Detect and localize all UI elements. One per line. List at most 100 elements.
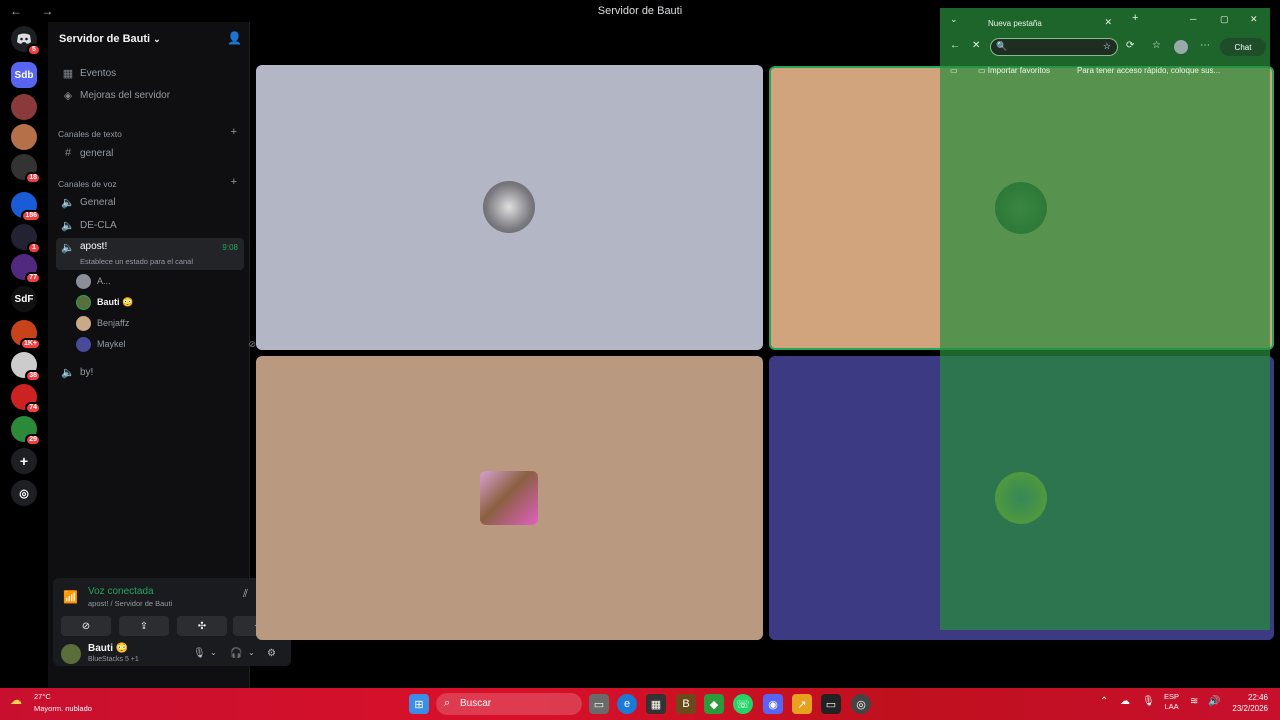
- voice-channel-active[interactable]: 🔈 apost! 9:08 Establece un estado para e…: [56, 238, 244, 270]
- microphone-icon[interactable]: 🎙: [193, 648, 206, 659]
- app-b-icon[interactable]: B: [676, 694, 696, 714]
- start-icon[interactable]: ⊞: [409, 694, 429, 714]
- minimize-icon[interactable]: ─: [1190, 14, 1196, 24]
- screen-share-button[interactable]: ⇪: [119, 616, 169, 636]
- import-favorites-link[interactable]: ▭ Importar favoritos: [978, 66, 1050, 75]
- server-icon[interactable]: 18: [11, 154, 41, 184]
- user-activity: BlueStacks 5 +1: [88, 656, 139, 663]
- more-icon[interactable]: ⋯: [1200, 40, 1210, 51]
- text-category-label[interactable]: Canales de texto: [58, 129, 122, 139]
- copilot-chat-button[interactable]: Chat: [1220, 38, 1266, 56]
- voice-channel-by[interactable]: 🔈 by!: [56, 362, 244, 382]
- compass-icon[interactable]: ◎: [11, 480, 37, 506]
- clock-time: 22:46: [1247, 693, 1268, 702]
- weather-icon[interactable]: ☁: [10, 693, 22, 707]
- stop-loading-icon[interactable]: ✕: [972, 40, 980, 51]
- star-icon[interactable]: ☆: [1103, 41, 1111, 52]
- microphone-icon[interactable]: 🎙: [1142, 696, 1155, 707]
- sidebar-toggle-icon[interactable]: ▭: [950, 66, 958, 75]
- taskbar-search[interactable]: ⌕ Buscar: [436, 693, 582, 715]
- voice-location[interactable]: apost! / Servidor de Bauti: [88, 599, 172, 608]
- voice-category-label[interactable]: Canales de voz: [58, 179, 117, 189]
- browser-window[interactable]: ⌄ Nueva pestaña ✕ + ─ ▢ ✕ ← ✕ 🔍 ☆ ⟳ ☆ ⋯ …: [940, 8, 1270, 630]
- close-icon[interactable]: ✕: [1104, 17, 1112, 28]
- channel-general-text[interactable]: # general: [56, 143, 244, 163]
- avatar[interactable]: [61, 644, 81, 664]
- voice-member[interactable]: Benjaffz: [76, 314, 129, 332]
- server-icon[interactable]: 38: [11, 352, 41, 382]
- weather-condition[interactable]: Mayorm. nublado: [34, 704, 92, 713]
- chevron-down-icon[interactable]: ⌄: [248, 648, 255, 657]
- volume-icon[interactable]: 🔊: [1208, 696, 1220, 707]
- voice-channel-general[interactable]: 🔈 General: [56, 192, 244, 212]
- bluestacks-icon[interactable]: ◆: [704, 694, 724, 714]
- browser-tab[interactable]: Nueva pestaña ✕: [970, 13, 1120, 34]
- server-header[interactable]: Servidor de Bauti ⌄ 👤: [48, 22, 250, 56]
- noise-suppression-icon[interactable]: ⫽: [243, 588, 248, 601]
- voice-member[interactable]: Maykel ⊘: [76, 335, 256, 353]
- server-sdb[interactable]: Sdb: [11, 62, 37, 88]
- address-bar[interactable]: 🔍 ☆: [990, 38, 1118, 56]
- server-boosts-item[interactable]: ◈ Mejoras del servidor: [56, 85, 244, 105]
- server-icon[interactable]: 186: [11, 192, 41, 222]
- events-label: Eventos: [80, 67, 117, 79]
- server-icon[interactable]: 29: [11, 416, 41, 446]
- language-indicator[interactable]: ESP LAA: [1164, 692, 1179, 712]
- server-icon[interactable]: 77: [11, 254, 41, 284]
- network-icon[interactable]: ☁: [1120, 696, 1130, 707]
- favorites-hint: Para tener acceso rápido, coloque sus...: [1077, 66, 1221, 75]
- voice-channel-decla[interactable]: 🔈 DE-CLA: [56, 215, 244, 235]
- terminal-icon[interactable]: ▭: [821, 694, 841, 714]
- signal-icon[interactable]: 📶: [63, 590, 78, 604]
- back-icon[interactable]: ←: [950, 40, 960, 51]
- server-icon[interactable]: 1K+: [11, 320, 41, 350]
- search-placeholder: Buscar: [460, 698, 492, 709]
- new-tab-icon[interactable]: +: [1132, 12, 1138, 24]
- headphones-icon[interactable]: 🎧: [230, 648, 242, 659]
- channel-status[interactable]: Establece un estado para el canal: [80, 257, 193, 266]
- server-icon[interactable]: [11, 94, 37, 120]
- profile-icon[interactable]: [1174, 40, 1188, 54]
- discord-home-icon[interactable]: 5: [11, 26, 41, 56]
- events-item[interactable]: ▦ Eventos: [56, 63, 244, 83]
- activities-button[interactable]: ✣: [177, 616, 227, 636]
- chevron-up-icon[interactable]: ⌃: [1100, 696, 1108, 707]
- close-window-icon[interactable]: ✕: [1250, 14, 1258, 25]
- voice-member[interactable]: Bauti 😳: [76, 293, 133, 311]
- add-text-channel-icon[interactable]: +: [231, 126, 237, 138]
- server-icon[interactable]: 74: [11, 384, 41, 414]
- server-icon[interactable]: 1: [11, 224, 41, 254]
- avatar: [480, 471, 538, 525]
- obs-icon[interactable]: ◎: [851, 694, 871, 714]
- participant-tile[interactable]: [256, 65, 763, 350]
- chevron-down-icon[interactable]: ⌄: [210, 648, 217, 657]
- tab-list-icon[interactable]: ⌄: [950, 14, 958, 25]
- calendar-icon: ▦: [62, 67, 74, 80]
- voice-member[interactable]: A...: [76, 272, 111, 290]
- favorites-icon[interactable]: ☆: [1152, 40, 1161, 51]
- import-favorites-label: Importar favoritos: [987, 66, 1051, 75]
- lang-primary: ESP: [1164, 692, 1180, 701]
- add-voice-channel-icon[interactable]: +: [231, 176, 237, 188]
- participant-tile[interactable]: [256, 356, 763, 640]
- whatsapp-icon[interactable]: ☏: [733, 694, 753, 714]
- gear-icon[interactable]: ⚙: [267, 648, 276, 659]
- clock[interactable]: 22:46 23/2/2026: [1226, 692, 1268, 714]
- avatar: [483, 181, 535, 233]
- wifi-icon[interactable]: ≋: [1190, 696, 1198, 707]
- store-icon[interactable]: ▦: [646, 694, 666, 714]
- server-icon[interactable]: [11, 124, 37, 150]
- discord-taskbar-icon[interactable]: ◉: [763, 694, 783, 714]
- task-view-icon[interactable]: ▭: [589, 694, 609, 714]
- edge-icon[interactable]: e: [617, 694, 637, 714]
- weather-temp[interactable]: 27°C: [34, 692, 51, 701]
- refresh-icon[interactable]: ⟳: [1126, 40, 1134, 51]
- discord-app: ← → Servidor de Bauti 5 Sdb 18 186 1 77 …: [0, 0, 1280, 688]
- camera-button[interactable]: ⊘: [61, 616, 111, 636]
- app-icon[interactable]: ↗: [792, 694, 812, 714]
- plus-icon[interactable]: +: [11, 448, 37, 474]
- invite-people-icon[interactable]: 👤: [227, 31, 242, 45]
- maximize-icon[interactable]: ▢: [1220, 14, 1229, 25]
- notification-badge: 5: [27, 44, 41, 56]
- server-sdf[interactable]: SdF: [11, 286, 37, 312]
